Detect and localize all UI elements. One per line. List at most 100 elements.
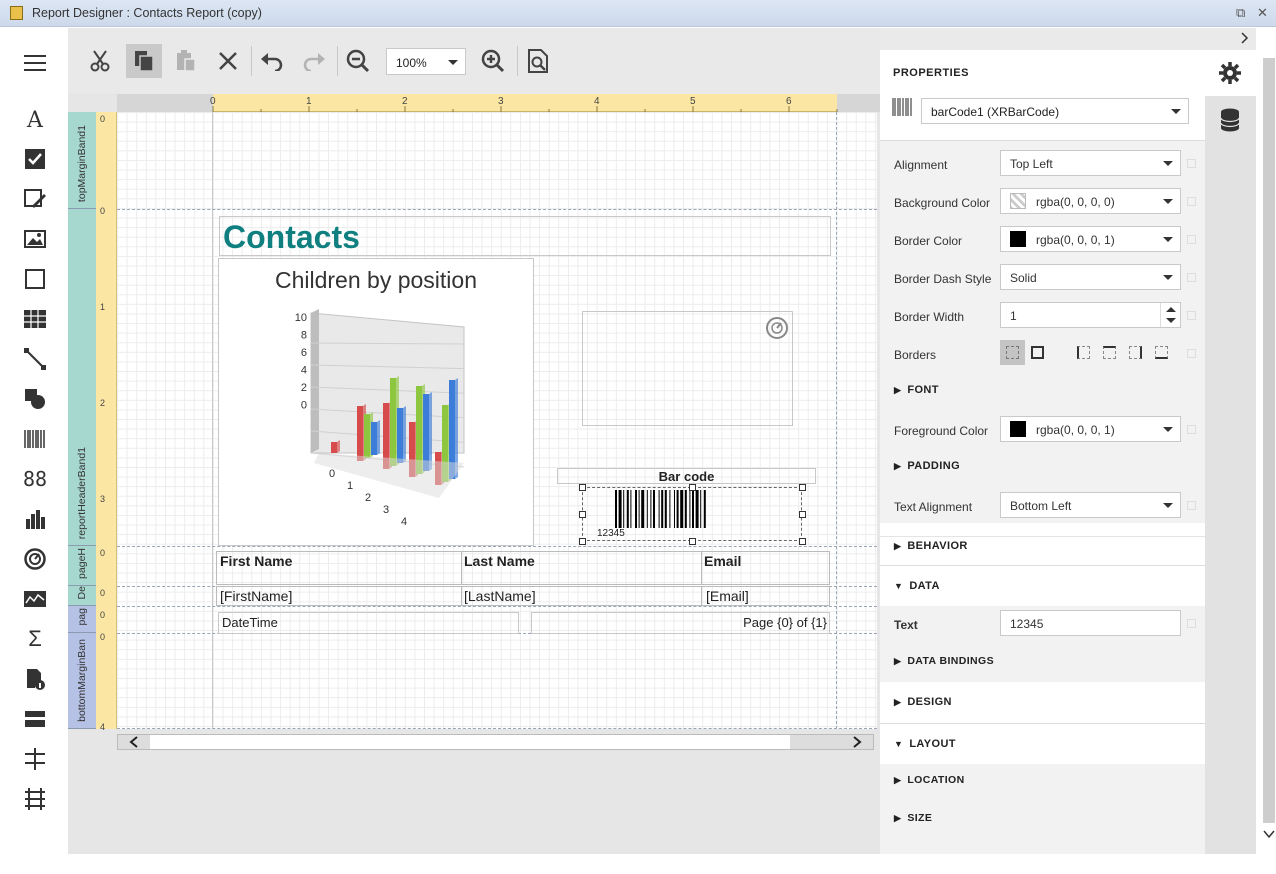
detail-cell[interactable]: [Email] [702, 587, 829, 605]
section-design[interactable]: ▶ DESIGN [880, 682, 1205, 723]
border-width-spinner[interactable]: 1 [1000, 302, 1181, 328]
reset-checkbox[interactable] [1187, 619, 1196, 628]
border-color-select[interactable]: rgba(0, 0, 0, 1) [1000, 226, 1181, 252]
reset-checkbox[interactable] [1187, 425, 1196, 434]
preview-button[interactable] [520, 44, 556, 78]
detail-cell[interactable]: [LastName] [462, 587, 702, 605]
band-label-page-footer[interactable]: pag [68, 606, 96, 633]
reset-checkbox[interactable] [1187, 349, 1196, 358]
resize-handle[interactable] [799, 538, 806, 545]
border-right-button[interactable] [1129, 346, 1142, 359]
spinner-buttons[interactable] [1160, 303, 1180, 327]
component-selector[interactable]: barCode1 (XRBarCode) [921, 98, 1189, 124]
scroll-thumb[interactable] [150, 735, 790, 749]
character-comb-tool-icon[interactable]: 88 [16, 464, 54, 494]
chart-tool-icon[interactable] [16, 504, 54, 534]
border-top-button[interactable] [1103, 346, 1116, 359]
zoom-select[interactable]: 100% [386, 48, 466, 75]
section-font[interactable]: ▶ FONT [880, 384, 1205, 396]
table-tool-icon[interactable] [16, 304, 54, 334]
gear-icon[interactable] [1219, 62, 1241, 87]
header-cell[interactable]: Email [702, 552, 829, 584]
cross-band-line-tool-icon[interactable] [16, 784, 54, 814]
menu-icon[interactable] [16, 48, 54, 78]
page-break-tool-icon[interactable] [16, 744, 54, 774]
band-label-report-header[interactable]: reportHeaderBand1 [68, 209, 96, 546]
report-surface[interactable]: Contacts Children by position 10 8 6 4 2 0 0 1 2… [117, 112, 877, 729]
reset-checkbox[interactable] [1187, 197, 1196, 206]
paste-button[interactable] [168, 44, 204, 78]
page-number-pageinfo[interactable]: Page {0} of {1} [531, 612, 830, 634]
chevron-down-icon[interactable] [1166, 318, 1176, 323]
barcode-control[interactable]: 12345 [579, 484, 806, 545]
field-list-database-icon[interactable] [1220, 108, 1240, 135]
report-title-label[interactable]: Contacts [219, 216, 831, 256]
checkbox-tool-icon[interactable] [16, 144, 54, 174]
zoom-out-button[interactable] [340, 44, 376, 78]
scroll-down-icon[interactable] [1263, 828, 1275, 842]
background-color-select[interactable]: rgba(0, 0, 0, 0) [1000, 188, 1181, 214]
undo-button[interactable] [254, 44, 290, 78]
zoom-in-button[interactable] [475, 44, 511, 78]
picture-tool-icon[interactable] [16, 224, 54, 254]
label-tool-icon[interactable]: A [16, 105, 54, 135]
cut-button[interactable] [82, 44, 118, 78]
reset-checkbox[interactable] [1187, 273, 1196, 282]
header-cell[interactable]: First Name [217, 552, 462, 584]
resize-handle[interactable] [799, 511, 806, 518]
header-cell[interactable]: Last Name [462, 552, 702, 584]
border-dash-style-select[interactable]: Solid [1000, 264, 1181, 290]
text-alignment-select[interactable]: Bottom Left [1000, 492, 1181, 518]
foreground-color-select[interactable]: rgba(0, 0, 0, 1) [1000, 416, 1181, 442]
detail-cell[interactable]: [FirstName] [217, 587, 462, 605]
page-info-tool-icon[interactable] [16, 664, 54, 694]
gauge-tool-icon[interactable] [16, 544, 54, 574]
datetime-pageinfo[interactable]: DateTime [218, 612, 519, 634]
barcode-caption-label[interactable]: Bar code [557, 468, 816, 484]
section-data-bindings[interactable]: ▶ DATA BINDINGS [880, 655, 1205, 667]
sparkline-tool-icon[interactable] [16, 584, 54, 614]
restore-window-icon[interactable]: ⧉ [1236, 5, 1245, 21]
reset-checkbox[interactable] [1187, 159, 1196, 168]
panel-tool-icon[interactable] [16, 264, 54, 294]
delete-button[interactable] [210, 44, 246, 78]
border-left-button[interactable] [1077, 346, 1090, 359]
alignment-select[interactable]: Top Left [1000, 150, 1181, 176]
chart-control[interactable]: Children by position 10 8 6 4 2 0 0 1 2 3 4 [218, 258, 534, 546]
subreport-tool-icon[interactable] [16, 704, 54, 734]
reset-checkbox[interactable] [1187, 235, 1196, 244]
border-all-button[interactable] [1031, 346, 1044, 359]
horizontal-scrollbar[interactable] [117, 734, 874, 750]
band-label-top-margin[interactable]: topMarginBand1 [68, 112, 96, 209]
section-data[interactable]: ▼ DATA [880, 565, 1205, 606]
line-tool-icon[interactable] [16, 344, 54, 374]
section-layout[interactable]: ▼ LAYOUT [880, 723, 1205, 764]
detail-table[interactable]: [FirstName] [LastName] [Email] [216, 586, 830, 606]
chevron-up-icon[interactable] [1166, 307, 1176, 312]
barcode-tool-icon[interactable] [16, 424, 54, 454]
scroll-right-icon[interactable] [841, 735, 873, 749]
summary-tool-icon[interactable]: Σ [16, 624, 54, 654]
reset-checkbox[interactable] [1187, 311, 1196, 320]
header-table[interactable]: First Name Last Name Email [216, 551, 830, 585]
shape-tool-icon[interactable] [16, 384, 54, 414]
resize-handle[interactable] [689, 484, 696, 491]
vertical-scrollbar[interactable] [1261, 50, 1276, 850]
section-size[interactable]: ▶ SIZE [880, 812, 1205, 824]
resize-handle[interactable] [579, 511, 586, 518]
redo-button[interactable] [296, 44, 332, 78]
gauge-control[interactable] [582, 311, 793, 426]
border-none-button[interactable] [1000, 340, 1025, 365]
collapse-panel-icon[interactable] [1241, 32, 1249, 47]
scroll-thumb[interactable] [1263, 58, 1275, 823]
rich-text-tool-icon[interactable] [16, 184, 54, 214]
resize-handle[interactable] [799, 484, 806, 491]
section-padding[interactable]: ▶ PADDING [880, 460, 1205, 472]
reset-checkbox[interactable] [1187, 501, 1196, 510]
resize-handle[interactable] [689, 538, 696, 545]
close-window-icon[interactable]: ✕ [1257, 5, 1268, 21]
scroll-left-icon[interactable] [118, 735, 150, 749]
copy-button[interactable] [126, 44, 162, 78]
text-input[interactable]: 12345 [1000, 610, 1181, 636]
band-label-bottom-margin[interactable]: bottomMarginBan [68, 633, 96, 729]
